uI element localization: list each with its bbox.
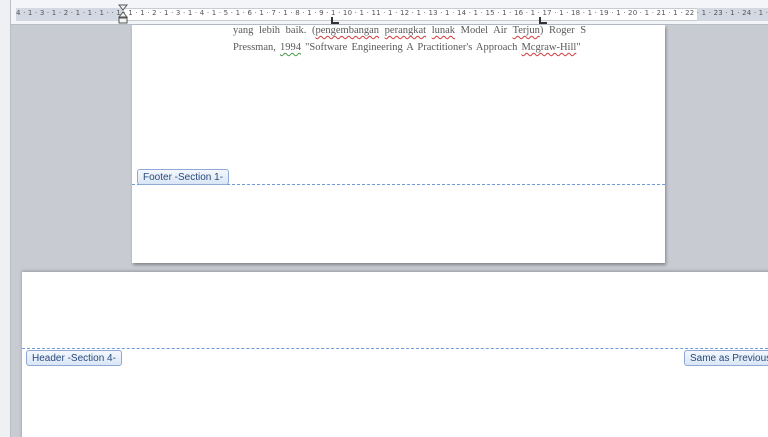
grammar-flagged-word[interactable]: 1994 [280, 42, 301, 53]
misspelled-word[interactable]: pengembangan [315, 25, 379, 36]
misspelled-word[interactable]: Mcgraw-Hill [521, 42, 576, 53]
indent-marker-icon[interactable] [118, 4, 128, 24]
same-as-previous-tag[interactable]: Same as Previous [684, 350, 768, 366]
word-document-window: 4 · 1 · 3 · 1 · 2 · 1 · 1 · 1 · · 1 · 1 … [0, 0, 768, 437]
body-line: Pressman, 1994 "Software Engineering A P… [233, 39, 593, 56]
misspelled-word[interactable]: Terjun [513, 25, 540, 36]
footer-section-tag[interactable]: Footer -Section 1- [137, 169, 230, 185]
document-page-upper[interactable]: yang lebih baik. (pengembangan perangkat… [132, 25, 665, 263]
body-line: yang lebih baik. (pengembangan perangkat… [233, 22, 593, 39]
document-page-lower[interactable]: Header -Section 4- Same as Previous [22, 272, 768, 437]
header-boundary-line [22, 348, 768, 349]
text-run: yang lebih baik. ( [233, 25, 316, 36]
body-text[interactable]: yang lebih baik. (pengembangan perangkat… [233, 25, 593, 56]
ruler-numbers: 4 · 1 · 3 · 1 · 2 · 1 · 1 · 1 · · 1 · 1 … [16, 9, 768, 17]
text-run: Pressman, [233, 42, 280, 53]
misspelled-word[interactable]: lunak [432, 25, 455, 36]
misspelled-word[interactable]: perangkat [385, 25, 426, 36]
vertical-ruler [0, 0, 11, 437]
header-section-tag[interactable]: Header -Section 4- [26, 350, 122, 366]
text-run: Model Air [455, 25, 513, 36]
text-run: " [576, 42, 581, 53]
text-run: ) Roger S [539, 25, 587, 36]
text-run: "Software Engineering A Practitioner's A… [301, 42, 522, 53]
